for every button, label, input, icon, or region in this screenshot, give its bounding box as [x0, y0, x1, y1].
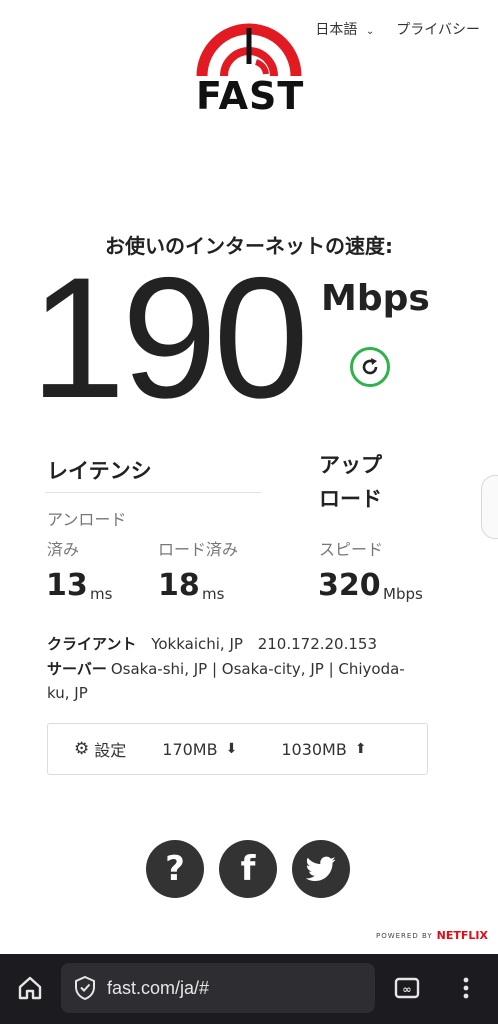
language-label: 日本語	[315, 22, 358, 38]
upload-title-line1: アップ	[319, 453, 382, 477]
client-label: クライアント	[47, 635, 137, 653]
loaded-label: ロード済み	[158, 540, 239, 559]
fast-logo[interactable]: FAST	[196, 18, 305, 118]
unloaded-latency-value: 13	[46, 568, 88, 603]
latency-divider	[45, 492, 261, 493]
unloaded-latency-unit: ms	[90, 585, 113, 603]
twitter-icon	[306, 856, 336, 881]
address-bar[interactable]: fast.com/ja/#	[61, 963, 375, 1013]
facebook-icon: f	[240, 849, 256, 889]
tabs-icon[interactable]: ∞	[393, 974, 421, 1006]
upload-speed-unit: Mbps	[383, 585, 423, 603]
side-panel-handle[interactable]	[481, 475, 498, 539]
shield-icon	[73, 975, 97, 1001]
server-label: サーバー	[47, 660, 107, 678]
twitter-button[interactable]	[292, 840, 350, 898]
download-size-value: 170MB	[162, 739, 218, 759]
upload-speed-value: 320	[318, 568, 381, 603]
refresh-icon	[362, 358, 378, 375]
client-location: Yokkaichi, JP	[151, 635, 243, 653]
server-info: サーバー Osaka-shi, JP | Osaka-city, JP | Chi…	[47, 657, 447, 705]
speed-unit: Mbps	[321, 278, 430, 319]
home-icon[interactable]	[16, 974, 44, 1006]
server-line1: Osaka-shi, JP | Osaka-city, JP | Chiyoda…	[110, 660, 405, 678]
help-button[interactable]: ?	[146, 840, 204, 898]
settings-label: 設定	[94, 741, 127, 760]
refresh-button[interactable]	[350, 347, 390, 387]
gear-icon: ⚙	[74, 739, 90, 759]
settings-button[interactable]: ⚙ 設定	[74, 737, 126, 761]
svg-text:∞: ∞	[402, 983, 411, 996]
more-options-icon[interactable]	[458, 974, 474, 1006]
client-info: クライアント Yokkaichi, JP 210.172.20.153	[47, 632, 377, 656]
upload-size-value: 1030MB	[281, 739, 347, 759]
language-selector[interactable]: 日本語 ⌄	[315, 19, 374, 39]
loaded-latency-unit: ms	[202, 585, 225, 603]
download-size: 170MB ⬇	[162, 740, 237, 759]
upload-size: 1030MB ⬆	[281, 740, 366, 759]
upload-arrow-icon: ⬆	[354, 741, 367, 757]
speedometer-icon	[196, 23, 302, 77]
question-mark-icon: ?	[165, 849, 185, 889]
speed-value: 190	[30, 242, 309, 434]
unloaded-label-line2: 済み	[47, 540, 80, 559]
client-ip: 210.172.20.153	[257, 635, 378, 653]
powered-by-netflix[interactable]: POWERED BY NETFLIX	[376, 929, 488, 942]
powered-by-label: POWERED BY	[375, 931, 433, 940]
unloaded-label-line1: アンロード	[47, 510, 127, 529]
netflix-logo: NETFLIX	[436, 929, 488, 942]
privacy-link[interactable]: プライバシー	[396, 19, 480, 39]
browser-toolbar: fast.com/ja/# ∞	[0, 954, 498, 1024]
top-nav: 日本語 ⌄ プライバシー	[315, 19, 480, 39]
url-text: fast.com/ja/#	[107, 977, 210, 998]
settings-bar: ⚙ 設定 170MB ⬇ 1030MB ⬆	[47, 723, 428, 775]
chevron-down-icon: ⌄	[365, 26, 375, 37]
upload-speed-label: スピード	[319, 540, 384, 559]
upload-title-line2: ロード	[319, 487, 382, 511]
upload-title: アップ ロード	[319, 448, 382, 516]
logo-text: FAST	[196, 74, 305, 118]
download-arrow-icon: ⬇	[225, 741, 238, 757]
server-line2: ku, JP	[47, 684, 88, 702]
latency-title: レイテンシ	[47, 459, 152, 483]
loaded-latency-value: 18	[158, 568, 200, 603]
facebook-button[interactable]: f	[219, 840, 277, 898]
